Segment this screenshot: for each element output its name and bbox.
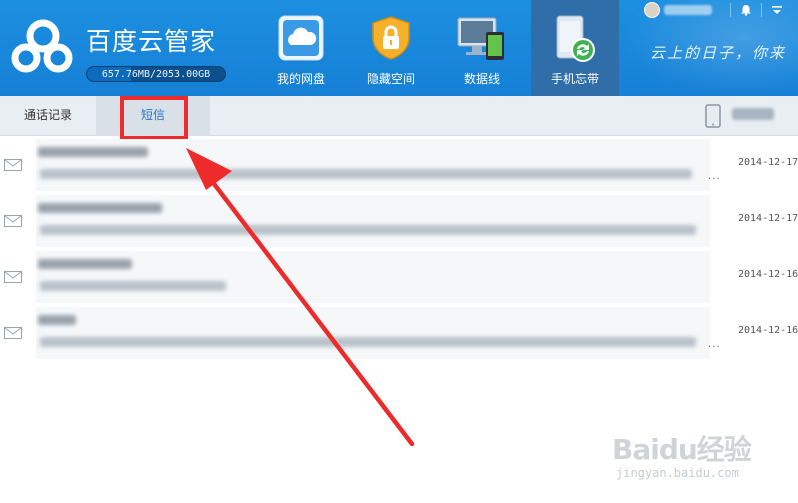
top-right-toolbar (644, 0, 798, 20)
baidu-cloud-logo-icon (11, 19, 73, 73)
envelope-icon (4, 159, 22, 171)
username-blurred[interactable] (664, 5, 712, 15)
storage-usage-text: 657.76MB/2053.00GB (101, 69, 211, 80)
message-date: 2014-12-17 (738, 213, 798, 224)
envelope-icon (4, 327, 22, 339)
tab-call-log[interactable]: 通话记录 (0, 96, 96, 136)
message-text-blurred (40, 281, 226, 291)
nav-data-cable[interactable]: 数据线 (441, 0, 523, 96)
sender-blurred (38, 147, 148, 157)
devices-icon (457, 17, 504, 60)
lock-icon (372, 16, 410, 60)
message-text-blurred (40, 169, 692, 179)
envelope-icon (4, 215, 22, 227)
phone-sync-icon (556, 15, 595, 62)
nav-phone-forgot-label: 手机忘带 (550, 72, 599, 86)
app-header: 百度云管家 657.76MB/2053.00GB 我的网盘 隐藏空间 数据线 手… (0, 0, 798, 96)
user-avatar[interactable] (644, 2, 660, 18)
list-item[interactable]: 2014-12-16 (0, 249, 798, 305)
sender-blurred (38, 259, 132, 269)
message-text-blurred (40, 225, 696, 235)
message-date: 2014-12-17 (738, 157, 798, 168)
slogan-text: 云上的日子，你来 (650, 44, 787, 62)
nav-hidden-space-label: 隐藏空间 (366, 72, 415, 86)
sender-blurred (38, 203, 162, 213)
tab-sms[interactable]: 短信 (96, 96, 210, 136)
sender-blurred (38, 315, 76, 325)
list-item[interactable]: 2014-12-17 (0, 193, 798, 249)
message-date: 2014-12-16 (738, 325, 798, 336)
notification-bell-icon[interactable] (739, 3, 753, 17)
more-ellipsis: ... (708, 339, 721, 350)
nav-hidden-space[interactable]: 隐藏空间 (350, 0, 432, 96)
nav-phone-forgot[interactable]: 手机忘带 (531, 0, 619, 96)
toolbar-divider (730, 3, 731, 17)
sub-tab-bar: 通话记录 短信 (0, 96, 798, 136)
device-name-blurred (732, 108, 774, 120)
menu-dropdown-icon[interactable] (770, 3, 784, 17)
cloud-drive-icon (278, 15, 324, 61)
envelope-icon (4, 271, 22, 283)
more-ellipsis: ... (708, 171, 721, 182)
message-preview (36, 251, 710, 303)
message-text-blurred (40, 337, 696, 347)
nav-my-drive[interactable]: 我的网盘 (260, 0, 342, 96)
phone-device-icon (705, 104, 721, 128)
nav-data-cable-label: 数据线 (463, 72, 500, 86)
message-date: 2014-12-16 (738, 269, 798, 280)
sms-list: ... 2014-12-17 2014-12-17 2014-12-16 ...… (0, 137, 798, 503)
nav-my-drive-label: 我的网盘 (276, 72, 325, 86)
toolbar-divider (761, 3, 762, 17)
storage-usage-bar: 657.76MB/2053.00GB (86, 66, 226, 82)
list-item[interactable]: ... 2014-12-17 (0, 137, 798, 193)
app-title: 百度云管家 (86, 27, 217, 56)
message-preview (36, 307, 710, 359)
list-item[interactable]: ... 2014-12-16 (0, 305, 798, 361)
